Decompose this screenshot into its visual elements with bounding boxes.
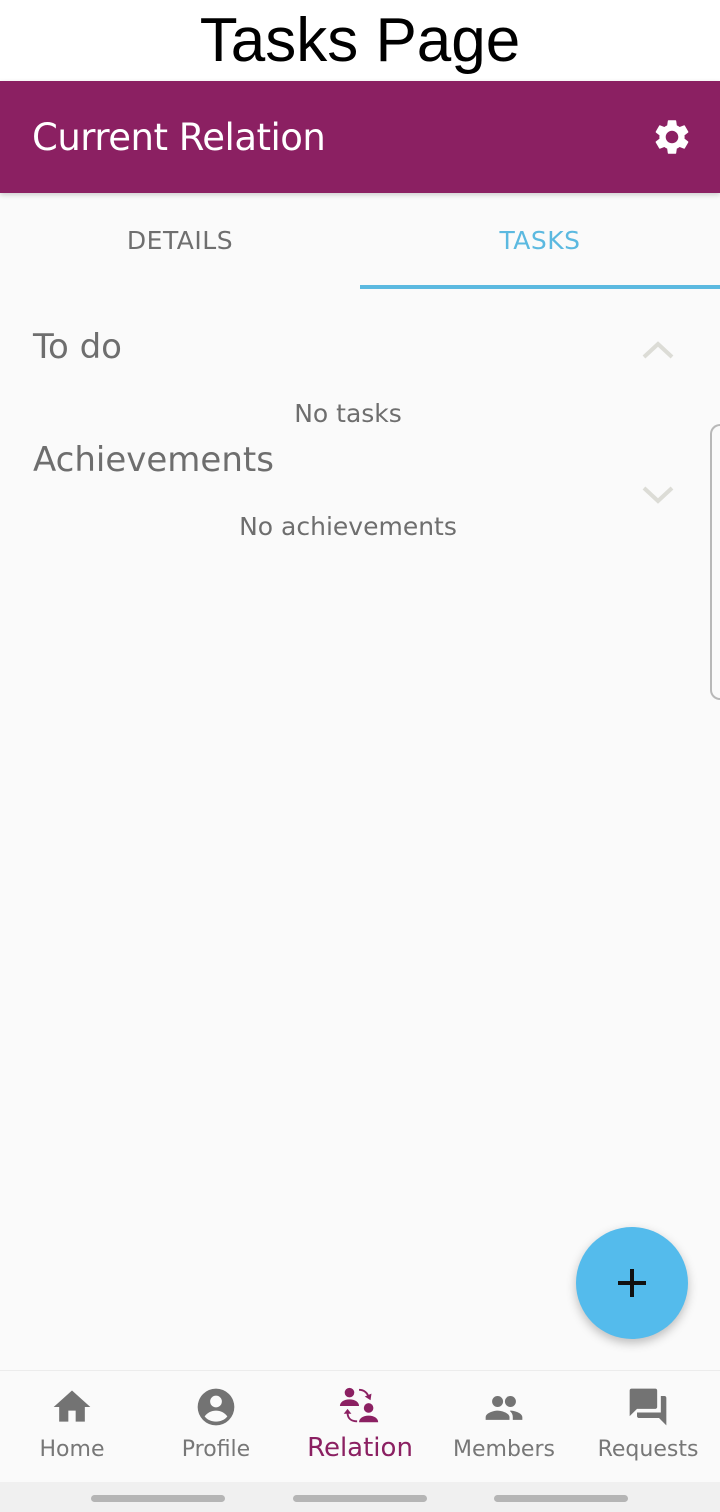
nav-item-requests[interactable]: Requests [576,1371,720,1482]
gesture-pill [91,1495,225,1502]
page-caption: Tasks Page [0,0,720,81]
todo-empty-text: No tasks [294,399,402,428]
nav-item-members[interactable]: Members [432,1371,576,1482]
achievements-section-title[interactable]: Achievements [33,440,274,480]
achievements-empty-text: No achievements [239,512,457,541]
chevron-up-icon[interactable] [640,339,676,363]
nav-label: Home [39,1437,105,1462]
nav-label: Profile [181,1437,251,1462]
gesture-pill [494,1495,628,1502]
nav-label: Requests [597,1437,699,1462]
people-icon [485,1396,523,1420]
forum-icon [629,1388,667,1426]
account-circle-icon [197,1388,235,1426]
nav-item-relation[interactable]: Relation [288,1371,432,1482]
todo-section-title[interactable]: To do [33,327,122,367]
chevron-down-icon[interactable] [640,482,676,506]
nav-item-home[interactable]: Home [0,1371,144,1482]
nav-label: Members [453,1437,555,1462]
system-gesture-bar [0,1482,720,1512]
nav-item-profile[interactable]: Profile [144,1371,288,1482]
tab-details[interactable]: DETAILS [0,193,360,289]
gesture-pill [293,1495,427,1502]
gear-icon [655,120,689,154]
app-bar: Current Relation [0,81,720,193]
app-bar-title: Current Relation [32,115,326,159]
tab-tasks[interactable]: TASKS [360,193,720,289]
edge-panel-handle[interactable] [710,424,720,700]
bottom-navigation: Home Profile Relation Members Requests [0,1370,720,1482]
relation-swap-icon [339,1387,379,1423]
add-task-button[interactable] [576,1227,688,1339]
nav-label: Relation [307,1433,413,1463]
settings-button[interactable] [650,115,694,159]
tab-bar: DETAILS TASKS [0,193,720,289]
plus-icon [618,1269,646,1297]
home-icon [53,1390,91,1422]
tasks-content: To do No tasks Achievements No achieveme… [0,289,720,1369]
